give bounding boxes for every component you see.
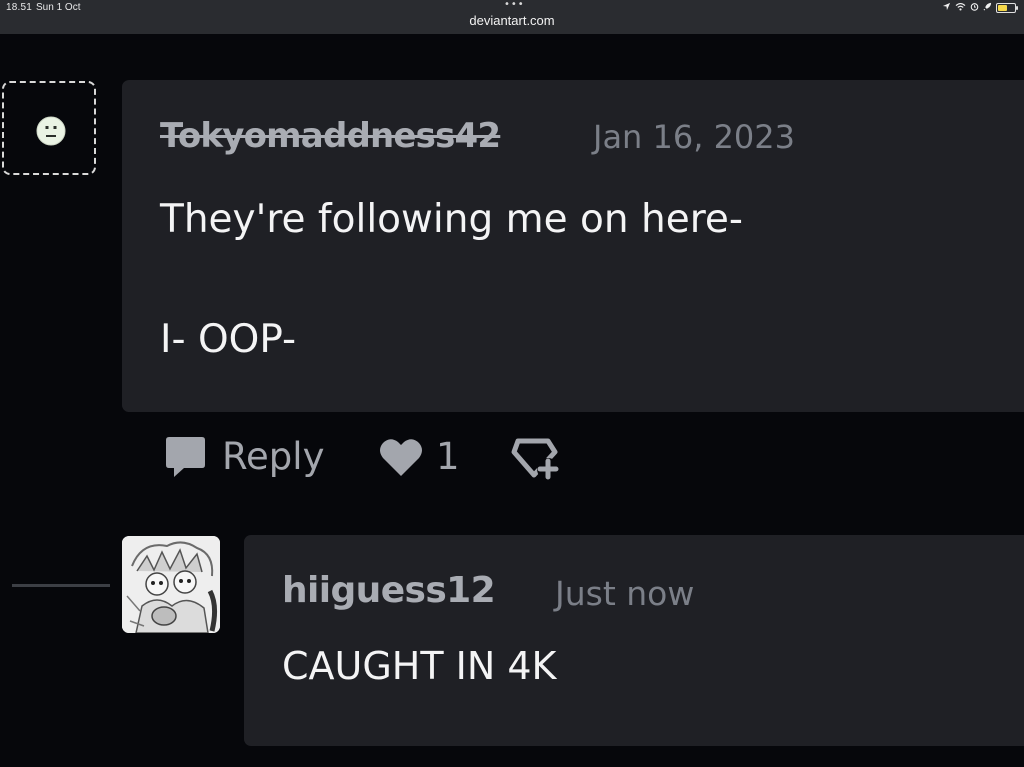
wifi-icon	[955, 2, 966, 14]
alarm-icon	[970, 2, 979, 14]
rocket-icon	[983, 2, 992, 14]
browser-status-bar: 18.51 Sun 1 Oct ••• deviantart.com	[0, 0, 1024, 34]
comment-body-line: I- OOP-	[160, 317, 297, 362]
battery-icon	[996, 3, 1018, 13]
comment-date[interactable]: Jan 16, 2023	[593, 118, 795, 156]
comment-body: They're following me on here- I- OOP-	[160, 190, 743, 370]
reply-body: CAUGHT IN 4K	[282, 644, 557, 688]
speech-bubble-icon	[166, 437, 205, 477]
user-avatar[interactable]	[2, 81, 96, 175]
add-gem-icon	[511, 438, 559, 480]
comment-username[interactable]: Tokyomaddness42	[160, 116, 501, 156]
location-icon	[942, 2, 951, 14]
thread-connector-line	[12, 584, 110, 587]
reply-user-avatar[interactable]	[122, 536, 220, 633]
status-date: Sun 1 Oct	[36, 2, 81, 13]
reply-username[interactable]: hiiguess12	[282, 570, 496, 611]
give-award-button[interactable]	[510, 438, 560, 482]
manga-avatar-icon	[122, 536, 220, 633]
favourite-button[interactable]: 1	[378, 434, 460, 478]
reply-button[interactable]: Reply	[162, 434, 324, 478]
address-url[interactable]: deviantart.com	[0, 13, 1024, 28]
status-icons	[942, 2, 1018, 14]
more-dots-icon[interactable]: •••	[504, 0, 525, 10]
page: 18.51 Sun 1 Oct ••• deviantart.com Tokyo…	[0, 0, 1024, 767]
status-time: 18.51	[6, 2, 33, 13]
reply-label: Reply	[222, 434, 325, 478]
reply-date[interactable]: Just now	[555, 574, 694, 613]
favourite-count: 1	[436, 434, 460, 478]
smiley-icon	[36, 116, 66, 146]
comment-body-line: They're following me on here-	[160, 197, 743, 242]
heart-icon	[380, 439, 422, 476]
reply-card	[244, 535, 1024, 746]
